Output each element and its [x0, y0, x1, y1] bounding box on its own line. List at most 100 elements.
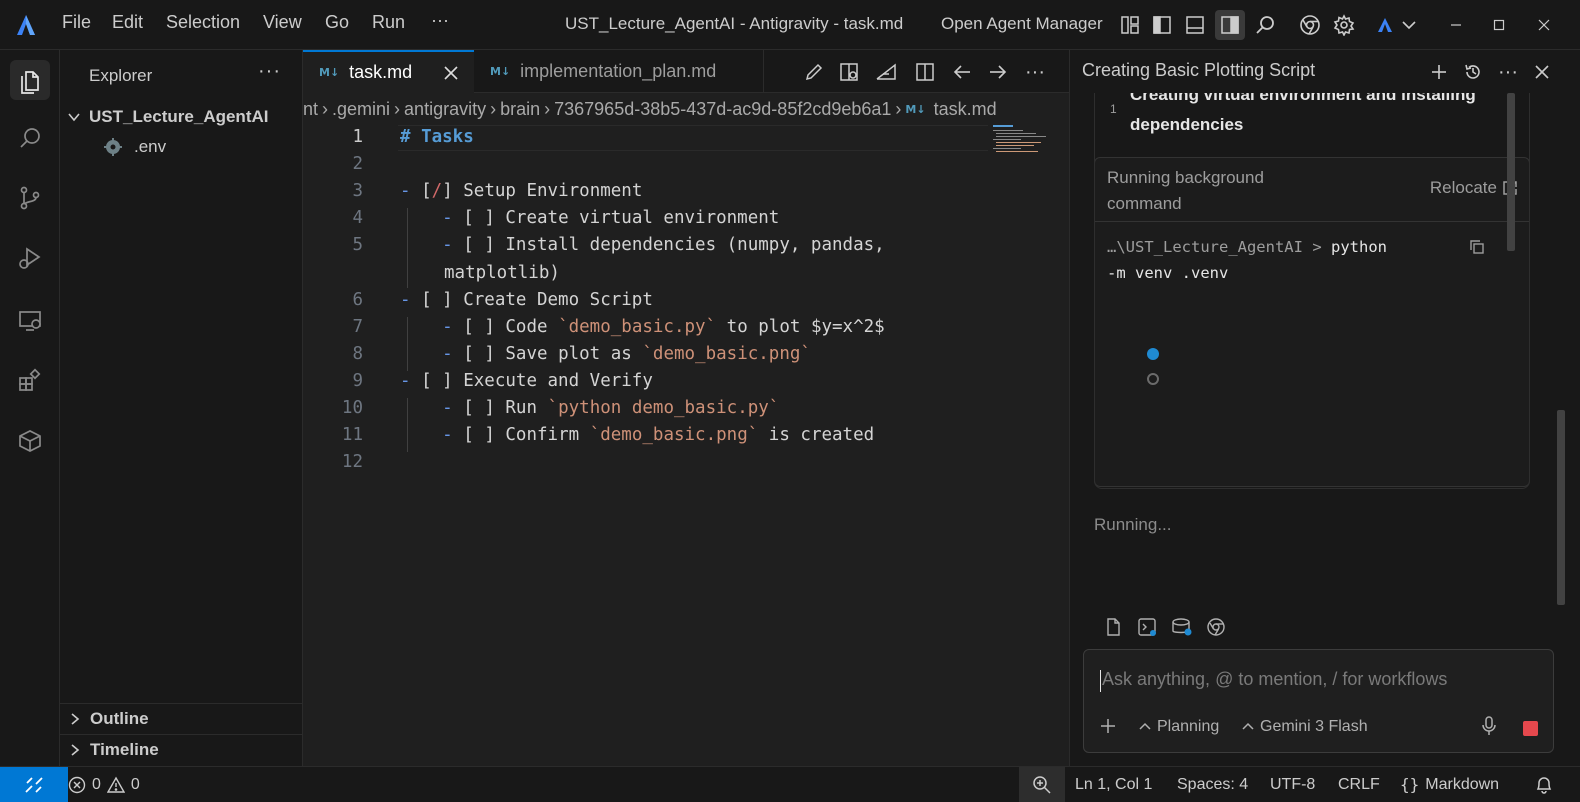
minimize-icon[interactable] [1443, 12, 1469, 38]
microphone-icon[interactable] [1480, 716, 1498, 736]
breadcrumb-segment[interactable]: antigravity [404, 99, 486, 120]
agent-steps-scroll: 1 Creating virtual environment and insta… [1070, 93, 1580, 493]
explorer-files-icon[interactable] [10, 60, 50, 100]
maximize-icon[interactable] [1486, 12, 1512, 38]
explorer-more-button[interactable]: ··· [258, 60, 281, 83]
agent-panel: Creating Basic Plotting Script ··· 1 Cre… [1069, 50, 1580, 766]
tab-implementation-plan[interactable]: M↓ implementation_plan.md [474, 50, 764, 93]
extensions-icon[interactable] [10, 360, 50, 400]
zoom-icon[interactable] [1019, 767, 1065, 802]
chat-input[interactable]: Ask anything, @ to mention, / for workfl… [1102, 669, 1447, 690]
menu-run[interactable]: Run [372, 12, 405, 33]
diff-icon[interactable] [874, 60, 898, 84]
database-context-icon[interactable] [1171, 616, 1193, 638]
notifications-bell-icon[interactable] [1534, 767, 1554, 802]
new-chat-plus-icon[interactable] [1427, 60, 1451, 84]
encoding[interactable]: UTF-8 [1270, 767, 1315, 802]
search-icon[interactable] [10, 118, 50, 158]
steps-scrollbar[interactable] [1507, 93, 1515, 251]
menu-go[interactable]: Go [325, 12, 349, 33]
markdown-icon: M↓ [319, 66, 340, 79]
outline-panel-header[interactable]: Outline [60, 703, 302, 733]
add-context-plus-icon[interactable] [1100, 718, 1116, 734]
run-debug-icon[interactable] [10, 238, 50, 278]
code-line: - [ ] Code `demo_basic.py` to plot $y=x^… [400, 317, 885, 337]
cursor-position[interactable]: Ln 1, Col 1 [1075, 767, 1152, 802]
package-box-icon[interactable] [10, 420, 50, 460]
breadcrumb-segment[interactable]: nt [303, 99, 318, 120]
folder-row[interactable]: UST_Lecture_AgentAI [60, 104, 302, 130]
customize-layout-icon[interactable] [1117, 12, 1143, 38]
history-icon[interactable] [1461, 60, 1485, 84]
file-row[interactable]: .env [60, 134, 302, 160]
model-selector[interactable]: Gemini 3 Flash [1242, 718, 1368, 736]
code-text: [ ] Code [463, 317, 559, 337]
menu-selection[interactable]: Selection [166, 12, 240, 33]
agent-status-text: Running... [1094, 515, 1172, 534]
remote-explorer-icon[interactable] [10, 300, 50, 340]
settings-gear-icon[interactable] [1331, 12, 1357, 38]
menu-file[interactable]: File [62, 12, 91, 33]
split-editor-icon[interactable] [913, 60, 937, 84]
command-text: …\UST_Lecture_AgentAI > python -m venv .… [1107, 234, 1447, 286]
current-line-highlight [398, 125, 988, 151]
breadcrumb-segment[interactable]: brain [500, 99, 540, 120]
breadcrumb-segment[interactable]: .gemini [332, 99, 390, 120]
code-line: - [ ] Create Demo Script [400, 290, 653, 310]
file-context-icon[interactable] [1102, 616, 1124, 638]
warning-count: 0 [130, 775, 140, 793]
account-logo-icon[interactable] [1372, 12, 1398, 38]
close-panel-icon[interactable] [1530, 60, 1554, 84]
app-logo-icon [14, 13, 38, 37]
indentation[interactable]: Spaces: 4 [1177, 767, 1248, 802]
close-tab-icon[interactable] [444, 65, 458, 80]
relocate-label: Relocate [1429, 178, 1497, 197]
timeline-panel-header[interactable]: Timeline [60, 734, 302, 764]
arrow-right-icon[interactable] [986, 60, 1010, 84]
bullet: - [400, 290, 411, 310]
tab-task-md[interactable]: M↓ task.md [303, 50, 474, 93]
terminal-context-icon[interactable] [1136, 616, 1158, 638]
copy-icon[interactable] [1468, 238, 1486, 256]
menu-view[interactable]: View [263, 12, 302, 33]
close-window-icon[interactable] [1531, 12, 1557, 38]
mode-label: Planning [1157, 718, 1220, 735]
mode-selector[interactable]: Planning [1139, 718, 1219, 736]
arrow-left-icon[interactable] [950, 60, 974, 84]
inline-code: `demo_basic.py` [558, 317, 717, 337]
more-actions-button[interactable]: ··· [1023, 60, 1047, 84]
open-agent-manager-button[interactable]: Open Agent Manager [941, 14, 1103, 34]
remote-indicator[interactable] [0, 767, 68, 802]
line-number: 10 [341, 398, 363, 418]
breadcrumb-file[interactable]: task.md [934, 99, 997, 120]
relocate-button[interactable]: Relocate [1430, 178, 1519, 198]
problems-indicator[interactable]: 0 0 [68, 767, 140, 802]
edit-pencil-icon[interactable] [802, 60, 826, 84]
panel-scrollbar[interactable] [1557, 410, 1565, 605]
chevron-right-icon: › [394, 98, 401, 119]
line-ending[interactable]: CRLF [1338, 767, 1380, 802]
chevron-right-icon: › [895, 98, 902, 119]
toggle-panel-icon[interactable] [1182, 12, 1208, 38]
command-card-header: Running background command Relocate [1095, 158, 1529, 222]
breadcrumb-segment[interactable]: 7367965d-38b5-437d-ac9d-85f2cd9eb6a1 [554, 99, 891, 120]
chrome-browser-icon[interactable] [1297, 12, 1323, 38]
language-mode[interactable]: {} Markdown [1400, 767, 1499, 802]
command-card: Running background command Relocate …\US… [1094, 157, 1530, 487]
source-control-icon[interactable] [10, 178, 50, 218]
folder-name: UST_Lecture_AgentAI [89, 107, 269, 126]
search-icon[interactable] [1252, 12, 1278, 38]
minimap[interactable] [993, 125, 1053, 155]
open-preview-icon[interactable] [837, 60, 861, 84]
code-editor[interactable]: 1 2 3 4 5 6 7 8 9 10 11 12 # Tasks - [/]… [303, 125, 1069, 766]
toggle-secondary-sidebar-icon[interactable] [1215, 10, 1245, 40]
line-number: 5 [352, 235, 363, 255]
menu-more[interactable]: ··· [431, 10, 449, 31]
chevron-down-icon[interactable] [1396, 12, 1422, 38]
toggle-primary-sidebar-icon[interactable] [1149, 12, 1175, 38]
menu-edit[interactable]: Edit [112, 12, 143, 33]
stop-button[interactable] [1518, 716, 1542, 740]
agent-more-button[interactable]: ··· [1496, 60, 1520, 84]
browser-context-icon[interactable] [1205, 616, 1227, 638]
command-args: -m venv .venv [1107, 264, 1229, 282]
